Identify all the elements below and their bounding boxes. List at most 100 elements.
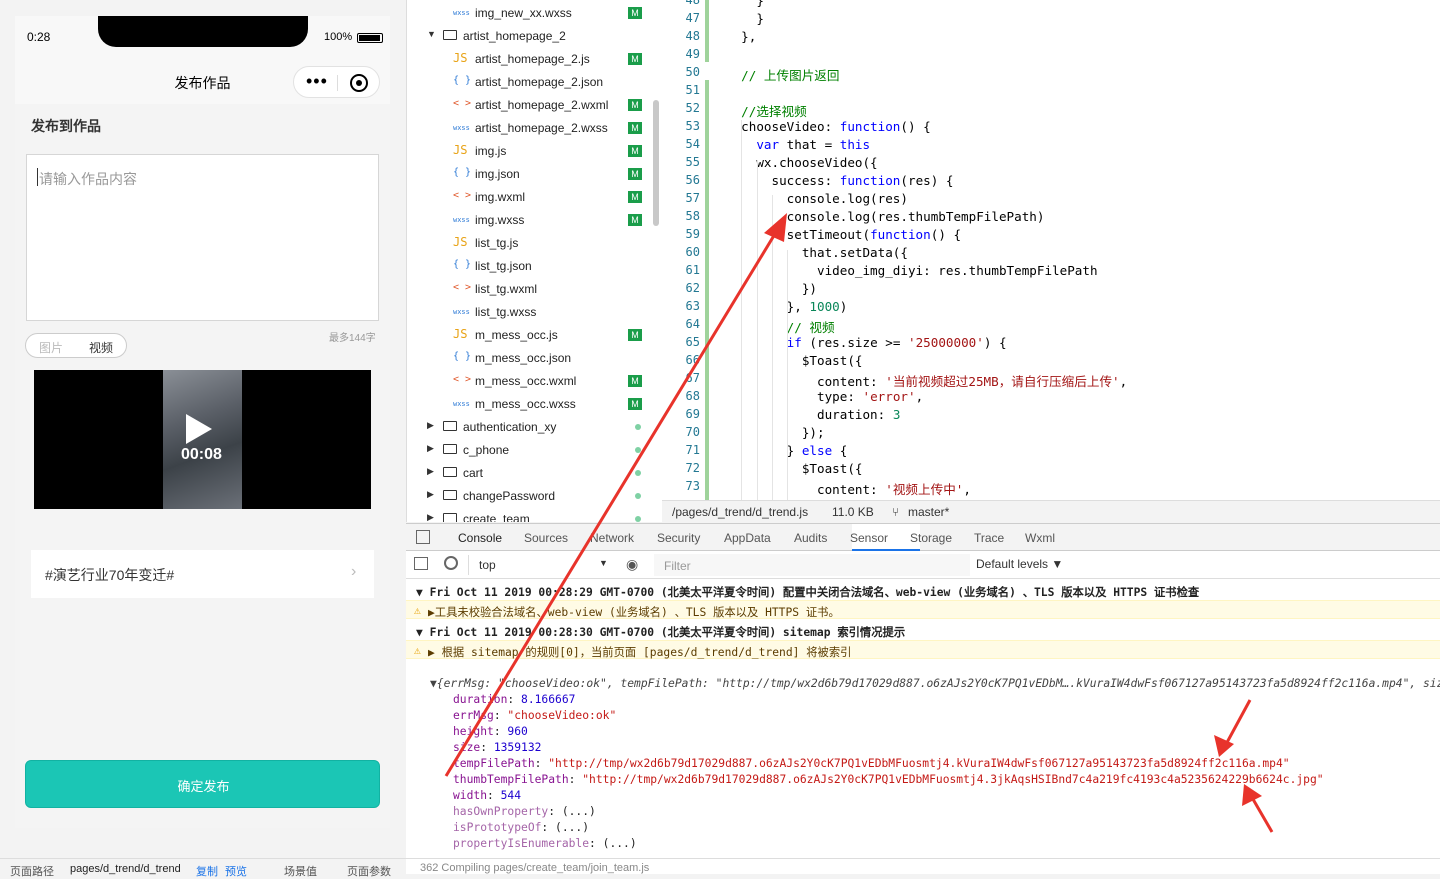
close-target-icon[interactable] [350, 74, 368, 92]
tree-folder[interactable]: ▶ authentication_xy [407, 415, 662, 438]
console-warning[interactable]: ⚠ ▶ 根据 sitemap 的规则[0]，当前页面 [pages/d_trend… [406, 640, 1440, 659]
preview-link[interactable]: 预览 [225, 863, 247, 879]
chevron-right-icon[interactable]: ▶ [427, 512, 434, 522]
context-select[interactable]: top ▼ [468, 555, 610, 575]
code-line[interactable]: duration: 3 [726, 407, 900, 422]
tree-file[interactable]: { } m_mess_occ.json [407, 346, 662, 369]
video-player[interactable]: 00:08 [34, 370, 371, 509]
tree-folder[interactable]: ▶ create_team [407, 507, 662, 522]
object-property[interactable]: tempFilePath: "http://tmp/wx2d6b79d17029… [453, 757, 1440, 770]
tab-security[interactable]: Security [657, 531, 700, 545]
tree-file[interactable]: wxss m_mess_occ.wxss M [407, 392, 662, 415]
tab-sensor[interactable]: Sensor [850, 531, 888, 545]
more-dots-icon[interactable]: ••• [306, 71, 328, 92]
filter-input[interactable]: Filter [654, 554, 970, 576]
console-group-header[interactable]: ▼ Fri Oct 11 2019 00:28:30 GMT-0700 (北美太… [406, 621, 1440, 640]
object-property[interactable]: propertyIsEnumerable: (...) [453, 837, 1440, 850]
tree-file[interactable]: JS m_mess_occ.js M [407, 323, 662, 346]
code-line[interactable]: }, [726, 29, 756, 44]
tree-file[interactable]: wxss artist_homepage_2.wxss M [407, 116, 662, 139]
chevron-right-icon[interactable]: ▶ [427, 420, 434, 431]
tree-file[interactable]: wxss img_new_xx.wxss M [407, 1, 662, 24]
play-icon[interactable] [186, 414, 212, 444]
code-line[interactable]: } [726, 0, 764, 8]
code-line[interactable]: that.setData({ [726, 245, 908, 260]
code-line[interactable]: } [726, 11, 764, 26]
tab-image[interactable]: 图片 [39, 339, 63, 356]
clear-console-icon[interactable] [444, 556, 458, 570]
tree-folder[interactable]: ▼ artist_homepage_2 [407, 24, 662, 47]
git-modified-badge: M [628, 214, 642, 226]
code-line[interactable]: $Toast({ [726, 461, 863, 476]
tree-file[interactable]: { } artist_homepage_2.json [407, 70, 662, 93]
tree-scrollbar[interactable] [653, 100, 659, 226]
object-property[interactable]: size: 1359132 [453, 741, 1440, 754]
tab-sources[interactable]: Sources [524, 531, 568, 545]
property-separator: : [534, 757, 549, 770]
chevron-right-icon[interactable]: ▶ [427, 489, 434, 500]
tree-file[interactable]: wxss list_tg.wxss [407, 300, 662, 323]
code-line[interactable]: $Toast({ [726, 353, 863, 368]
object-property[interactable]: height: 960 [453, 725, 1440, 738]
console-warning[interactable]: ⚠ ▶工具未校验合法域名、web-view (业务域名) 、TLS 版本以及 HT… [406, 600, 1440, 619]
tab-wxml[interactable]: Wxml [1025, 531, 1055, 545]
tab-trace[interactable]: Trace [974, 531, 1004, 545]
code-line[interactable]: chooseVideo: function() { [726, 119, 931, 134]
code-line[interactable]: content: '视频上传中', [726, 479, 971, 498]
chevron-right-icon[interactable]: ▶ [427, 466, 434, 477]
code-editor[interactable]: 48 } 47 } 48 }, 49 50 // 上传图片返回 51 52 //选择视频 53… [662, 0, 1440, 500]
code-line[interactable]: // 视频 [726, 317, 835, 336]
code-line[interactable]: video_img_diyi: res.thumbTempFilePath [726, 263, 1098, 278]
copy-link[interactable]: 复制 [196, 863, 218, 879]
tree-file[interactable]: < > m_mess_occ.wxml M [407, 369, 662, 392]
status-branch[interactable]: master* [908, 505, 949, 519]
tab-console[interactable]: Console [458, 531, 502, 545]
tree-folder[interactable]: ▶ changePassword [407, 484, 662, 507]
console-group-header[interactable]: ▼ Fri Oct 11 2019 00:28:29 GMT-0700 (北美太… [406, 581, 1440, 600]
tree-file[interactable]: JS list_tg.js [407, 231, 662, 254]
object-property[interactable]: errMsg: "chooseVideo:ok" [453, 709, 1440, 722]
object-property[interactable]: thumbTempFilePath: "http://tmp/wx2d6b79d… [453, 773, 1440, 786]
object-property[interactable]: hasOwnProperty: (...) [453, 805, 1440, 818]
code-line[interactable]: console.log(res) [726, 191, 908, 206]
code-line[interactable]: if (res.size >= '25000000') { [726, 335, 1007, 350]
tab-storage[interactable]: Storage [910, 531, 952, 545]
chevron-down-icon[interactable]: ▼ [427, 29, 436, 39]
tree-file[interactable]: wxss img.wxss M [407, 208, 662, 231]
code-line[interactable]: var that = this [726, 137, 870, 152]
object-property[interactable]: duration: 8.166667 [453, 693, 1440, 706]
topic-row[interactable]: #演艺行业70年变迁# › [31, 550, 374, 598]
object-summary[interactable]: ▼{errMsg: "chooseVideo:ok", tempFilePath… [430, 677, 1440, 690]
eye-icon[interactable]: ◉ [626, 556, 638, 573]
tab-network[interactable]: Network [590, 531, 634, 545]
tree-file[interactable]: < > img.wxml M [407, 185, 662, 208]
code-line[interactable]: setTimeout(function() { [726, 227, 961, 242]
tree-folder[interactable]: ▶ c_phone [407, 438, 662, 461]
code-line[interactable]: //选择视频 [726, 101, 807, 120]
tab-video[interactable]: 视频 [89, 339, 113, 356]
line-number: 54 [685, 137, 700, 151]
code-line[interactable]: // 上传图片返回 [726, 65, 839, 84]
inspect-icon[interactable] [416, 530, 430, 544]
tree-file[interactable]: < > list_tg.wxml [407, 277, 662, 300]
tree-file[interactable]: JS artist_homepage_2.js M [407, 47, 662, 70]
object-property[interactable]: width: 544 [453, 789, 1440, 802]
tree-file[interactable]: < > artist_homepage_2.wxml M [407, 93, 662, 116]
tree-file[interactable]: { } list_tg.json [407, 254, 662, 277]
submit-button[interactable]: 确定发布 [25, 760, 380, 808]
line-number: 47 [685, 11, 700, 25]
code-line[interactable]: type: 'error', [726, 389, 923, 404]
tree-file[interactable]: JS img.js M [407, 139, 662, 162]
code-line[interactable]: console.log(res.thumbTempFilePath) [726, 209, 1045, 224]
tab-appdata[interactable]: AppData [724, 531, 771, 545]
chevron-right-icon[interactable]: ▶ [427, 443, 434, 454]
sidebar-toggle-icon[interactable] [414, 557, 428, 570]
content-textarea[interactable]: 请输入作品内容 [26, 154, 379, 321]
object-property[interactable]: isPrototypeOf: (...) [453, 821, 1440, 834]
log-levels-select[interactable]: Default levels ▼ [976, 557, 1063, 571]
code-line[interactable]: wx.chooseVideo({ [726, 155, 877, 170]
tree-file[interactable]: { } img.json M [407, 162, 662, 185]
tree-folder[interactable]: ▶ cart [407, 461, 662, 484]
tab-audits[interactable]: Audits [794, 531, 827, 545]
code-line[interactable]: success: function(res) { [726, 173, 953, 188]
